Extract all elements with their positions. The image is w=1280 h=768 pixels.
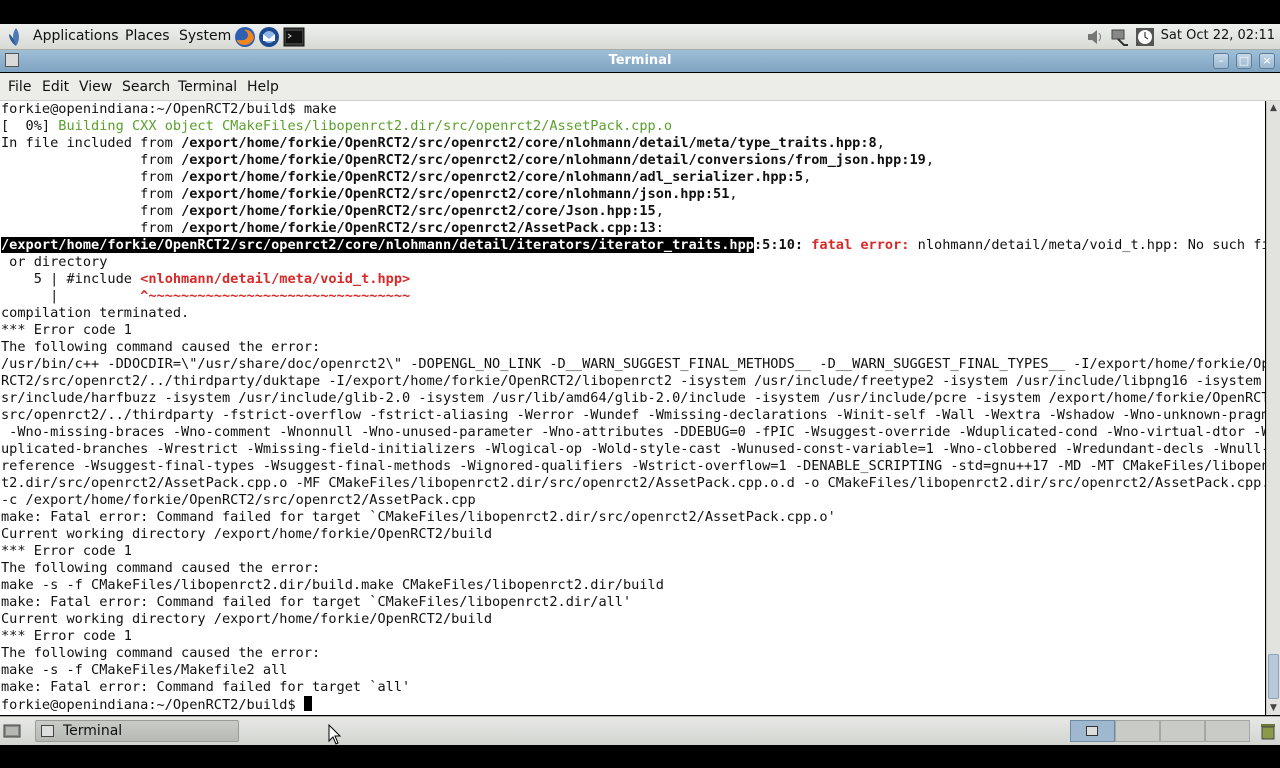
thunderbird-icon[interactable] <box>258 26 280 48</box>
close-button[interactable]: × <box>1259 53 1275 69</box>
trash-icon[interactable] <box>1258 721 1278 741</box>
menu-terminal[interactable]: Terminal <box>178 79 237 95</box>
workspace-4[interactable] <box>1205 720 1250 742</box>
menu-file[interactable]: File <box>8 79 31 95</box>
screen-top-border <box>0 0 1280 24</box>
terminal-prompt-line: forkie@openindiana:~/OpenRCT2/build$ <box>1 696 312 713</box>
terminal-line: uplicated-branches -Wrestrict -Wmissing-… <box>1 441 1265 457</box>
scrollbar-thumb[interactable] <box>1268 654 1279 699</box>
terminal-line: or directory <box>1 254 108 270</box>
terminal-line: reference -Wsuggest-final-types -Wsugges… <box>1 458 1265 474</box>
terminal-line: sr/include/harfbuzz -isystem /usr/includ… <box>1 390 1265 406</box>
menu-help[interactable]: Help <box>247 79 279 95</box>
taskbar-terminal-label: Terminal <box>63 723 123 739</box>
network-icon[interactable] <box>1110 27 1130 47</box>
menu-search[interactable]: Search <box>122 79 170 95</box>
menubar: File Edit View Search Terminal Help <box>0 73 1280 101</box>
selected-text[interactable]: /export/home/forkie/OpenRCT2/src/openrct… <box>1 237 754 253</box>
terminal-line: t2.dir/src/openrct2/AssetPack.cpp.o -MF … <box>1 475 1265 491</box>
terminal-line: from /export/home/forkie/OpenRCT2/src/op… <box>1 152 935 168</box>
terminal-line: make: Fatal error: Command failed for ta… <box>1 509 836 525</box>
terminal-line: /usr/bin/c++ -DDOCDIR=\"/usr/share/doc/o… <box>1 356 1265 372</box>
terminal-line: | ^~~~~~~~~~~~~~~~~~~~~~~~~~~~~~~~~ <box>1 288 411 304</box>
panel-clock[interactable]: Sat Oct 22, 02:11 <box>1161 28 1275 43</box>
firefox-icon[interactable] <box>234 26 256 48</box>
terminal-line: The following command caused the error: <box>1 645 321 661</box>
terminal-line: from /export/home/forkie/OpenRCT2/src/op… <box>1 203 664 219</box>
terminal-scrollbar[interactable]: ▲ ▼ <box>1266 101 1280 715</box>
terminal-line: from /export/home/forkie/OpenRCT2/src/op… <box>1 220 664 236</box>
terminal-line: The following command caused the error: <box>1 339 321 355</box>
terminal-line: from /export/home/forkie/OpenRCT2/src/op… <box>1 186 738 202</box>
terminal-line: make: Fatal error: Command failed for ta… <box>1 679 411 695</box>
terminal-output[interactable]: forkie@openindiana:~/OpenRCT2/build$ mak… <box>0 101 1265 715</box>
terminal-line: src/openrct2/../thirdparty -fstrict-over… <box>1 407 1265 423</box>
terminal-line: -c /export/home/forkie/OpenRCT2/src/open… <box>1 492 476 508</box>
terminal-launcher-icon[interactable] <box>283 26 305 48</box>
terminal-line: *** Error code 1 <box>1 543 132 559</box>
terminal-line: -Wno-missing-braces -Wno-comment -Wnonnu… <box>1 424 1265 440</box>
menu-edit[interactable]: Edit <box>42 79 69 95</box>
openindiana-logo-icon[interactable] <box>6 27 26 47</box>
screen-bottom-border <box>0 745 1280 768</box>
volume-icon[interactable] <box>1085 27 1105 47</box>
scroll-down-icon[interactable]: ▼ <box>1267 701 1280 715</box>
workspace-3[interactable] <box>1160 720 1205 742</box>
terminal-line: make -s -f CMakeFiles/libopenrct2.dir/bu… <box>1 577 664 593</box>
show-desktop-icon[interactable] <box>3 722 21 740</box>
terminal-window-icon <box>41 725 54 737</box>
terminal-line: *** Error code 1 <box>1 628 132 644</box>
scroll-up-icon[interactable]: ▲ <box>1267 101 1280 115</box>
terminal-line: *** Error code 1 <box>1 322 132 338</box>
menu-view[interactable]: View <box>79 79 112 95</box>
terminal-line: RCT2/src/openrct2/../thirdparty/duktape … <box>1 373 1265 389</box>
terminal-line: compilation terminated. <box>1 305 190 321</box>
window-titlebar[interactable]: Terminal – □ × <box>0 50 1280 72</box>
workspace-window-icon <box>1086 726 1098 736</box>
terminal-line: 5 | #include <nlohmann/detail/meta/void_… <box>1 271 411 287</box>
terminal-line: /export/home/forkie/OpenRCT2/src/openrct… <box>1 237 1265 253</box>
top-panel: Applications Places System Sat Oct 22, 0… <box>0 24 1280 50</box>
terminal-line: [ 0%] Building CXX object CMakeFiles/lib… <box>1 118 673 134</box>
system-menu[interactable]: System <box>179 28 231 44</box>
minimize-button[interactable]: – <box>1213 53 1229 69</box>
terminal-line: from /export/home/forkie/OpenRCT2/src/op… <box>1 169 812 185</box>
terminal-line: The following command caused the error: <box>1 560 321 576</box>
terminal-line: Current working directory /export/home/f… <box>1 526 493 542</box>
mouse-pointer-icon <box>328 724 342 745</box>
terminal-line: make -s -f CMakeFiles/Makefile2 all <box>1 662 288 678</box>
workspace-1[interactable] <box>1070 720 1115 742</box>
clock-icon[interactable] <box>1135 27 1155 47</box>
places-menu[interactable]: Places <box>125 28 170 44</box>
maximize-button[interactable]: □ <box>1236 53 1252 69</box>
applications-menu[interactable]: Applications <box>33 28 119 44</box>
terminal-line: make: Fatal error: Command failed for ta… <box>1 594 632 610</box>
window-title: Terminal <box>608 53 672 68</box>
text-cursor <box>303 696 312 711</box>
bottom-panel: Terminal <box>0 716 1280 745</box>
taskbar-terminal-button[interactable]: Terminal <box>35 720 239 742</box>
workspace-2[interactable] <box>1115 720 1160 742</box>
terminal-line: In file included from /export/home/forki… <box>1 135 885 151</box>
terminal-line: Current working directory /export/home/f… <box>1 611 493 627</box>
terminal-line: forkie@openindiana:~/OpenRCT2/build$ mak… <box>1 101 337 117</box>
